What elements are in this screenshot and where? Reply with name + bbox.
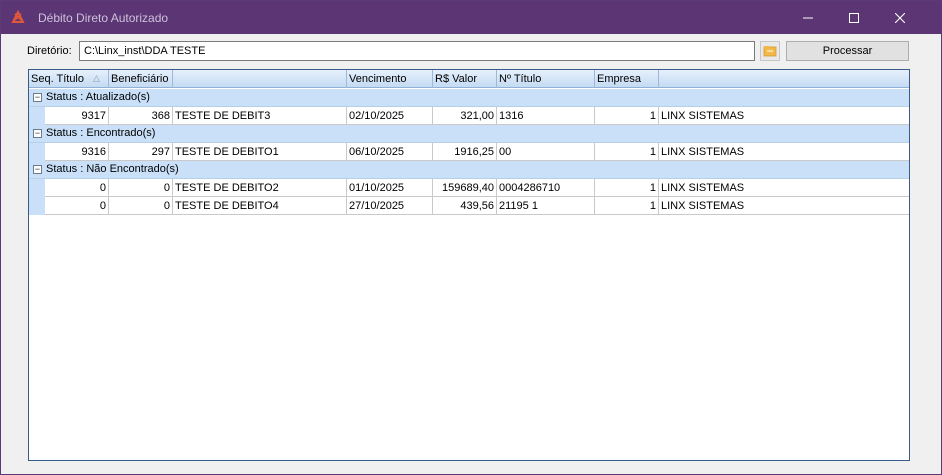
cell-seq-titulo: 9317: [45, 107, 109, 125]
cell-descricao: TESTE DE DEBITO1: [173, 143, 347, 161]
group-indent: [29, 143, 45, 161]
cell-numero-titulo: 00: [497, 143, 595, 161]
column-header-beneficiario[interactable]: Beneficiário: [109, 70, 173, 88]
group-indent: [29, 179, 45, 197]
cell-descricao: TESTE DE DEBIT3: [173, 107, 347, 125]
group-label: Status : Atualizado(s): [46, 91, 150, 103]
table-row[interactable]: 9316 297 TESTE DE DEBITO1 06/10/2025 191…: [29, 143, 909, 161]
results-grid[interactable]: Seq. Título △ Beneficiário Vencimento R$…: [28, 69, 910, 461]
cell-empresa: 1: [595, 179, 659, 197]
maximize-button[interactable]: [831, 1, 877, 34]
cell-vencimento: 27/10/2025: [347, 197, 433, 215]
minimize-icon: [803, 17, 813, 18]
collapse-icon[interactable]: −: [33, 93, 42, 102]
browse-folder-button[interactable]: [760, 41, 780, 61]
cell-vencimento: 02/10/2025: [347, 107, 433, 125]
column-header-empresa[interactable]: Empresa: [595, 70, 659, 88]
cell-numero-titulo: 0004286710: [497, 179, 595, 197]
cell-numero-titulo: 1316: [497, 107, 595, 125]
group-label: Status : Não Encontrado(s): [46, 163, 179, 175]
cell-numero-titulo: 21195 1: [497, 197, 595, 215]
window-title: Débito Direto Autorizado: [38, 11, 169, 25]
directory-label: Diretório:: [27, 45, 72, 57]
cell-empresa-nome: LINX SISTEMAS: [659, 197, 909, 215]
column-header-valor[interactable]: R$ Valor: [433, 70, 497, 88]
cell-vencimento: 06/10/2025: [347, 143, 433, 161]
group-row-atualizados[interactable]: − Status : Atualizado(s): [29, 89, 909, 107]
cell-descricao: TESTE DE DEBITO2: [173, 179, 347, 197]
cell-valor: 159689,40: [433, 179, 497, 197]
main-content: Diretório: Processar Seq. Título △ Benef…: [1, 34, 941, 474]
process-button[interactable]: Processar: [786, 41, 909, 61]
column-header-empresa-nome[interactable]: [659, 70, 909, 88]
column-header-descricao[interactable]: [173, 70, 347, 88]
cell-descricao: TESTE DE DEBITO4: [173, 197, 347, 215]
cell-vencimento: 01/10/2025: [347, 179, 433, 197]
cell-valor: 321,00: [433, 107, 497, 125]
group-indent: [29, 107, 45, 125]
directory-input[interactable]: [79, 41, 755, 61]
close-icon: [895, 12, 905, 23]
folder-icon: [763, 46, 777, 57]
cell-valor: 439,56: [433, 197, 497, 215]
group-indent: [29, 197, 45, 215]
cell-beneficiario: 0: [109, 179, 173, 197]
table-row[interactable]: 0 0 TESTE DE DEBITO2 01/10/2025 159689,4…: [29, 179, 909, 197]
maximize-icon: [849, 12, 859, 23]
cell-beneficiario: 297: [109, 143, 173, 161]
sort-ascending-icon: △: [93, 73, 100, 83]
cell-empresa: 1: [595, 107, 659, 125]
column-header-numero-titulo[interactable]: Nº Título: [497, 70, 595, 88]
cell-seq-titulo: 0: [45, 179, 109, 197]
grid-header: Seq. Título △ Beneficiário Vencimento R$…: [29, 70, 909, 88]
column-header-seq-titulo[interactable]: Seq. Título △: [29, 70, 109, 88]
cell-seq-titulo: 0: [45, 197, 109, 215]
collapse-icon[interactable]: −: [33, 129, 42, 138]
minimize-button[interactable]: [785, 1, 831, 34]
cell-empresa: 1: [595, 143, 659, 161]
app-logo-icon: [11, 10, 25, 23]
group-row-encontrados[interactable]: − Status : Encontrado(s): [29, 125, 909, 143]
cell-valor: 1916,25: [433, 143, 497, 161]
app-window: Débito Direto Autorizado Diretório: Proc…: [0, 0, 942, 475]
collapse-icon[interactable]: −: [33, 165, 42, 174]
table-row[interactable]: 9317 368 TESTE DE DEBIT3 02/10/2025 321,…: [29, 107, 909, 125]
group-row-nao-encontrados[interactable]: − Status : Não Encontrado(s): [29, 161, 909, 179]
column-header-vencimento[interactable]: Vencimento: [347, 70, 433, 88]
cell-beneficiario: 0: [109, 197, 173, 215]
close-button[interactable]: [877, 1, 923, 34]
cell-empresa-nome: LINX SISTEMAS: [659, 107, 909, 125]
cell-empresa-nome: LINX SISTEMAS: [659, 179, 909, 197]
cell-seq-titulo: 9316: [45, 143, 109, 161]
column-header-label: Seq. Título: [31, 73, 84, 85]
table-row[interactable]: 0 0 TESTE DE DEBITO4 27/10/2025 439,56 2…: [29, 197, 909, 215]
cell-beneficiario: 368: [109, 107, 173, 125]
group-label: Status : Encontrado(s): [46, 127, 156, 139]
title-bar[interactable]: Débito Direto Autorizado: [1, 1, 941, 34]
cell-empresa-nome: LINX SISTEMAS: [659, 143, 909, 161]
cell-empresa: 1: [595, 197, 659, 215]
